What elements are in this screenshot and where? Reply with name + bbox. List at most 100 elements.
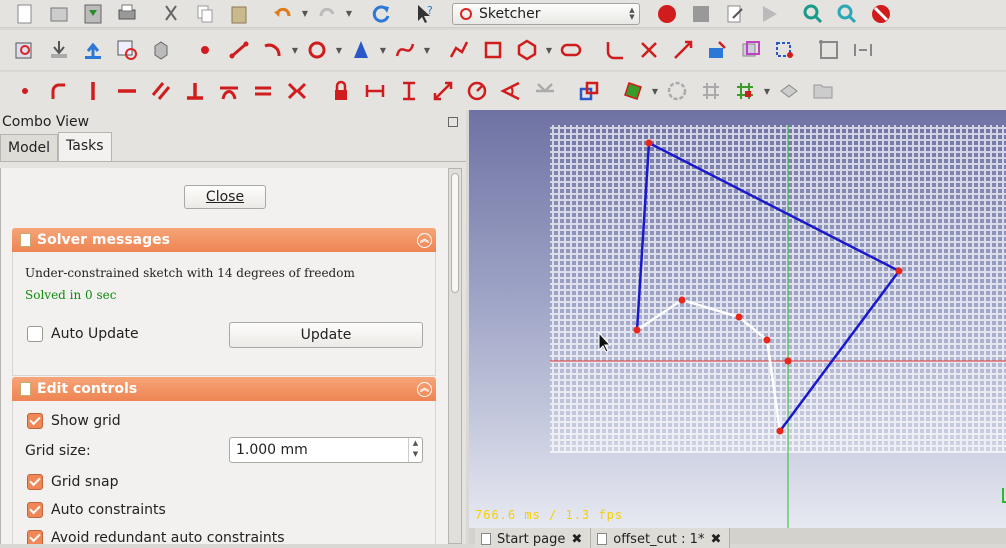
constrain-symmetric-icon[interactable] [280,76,314,106]
polygon-dropdown-icon[interactable]: ▼ [544,46,554,55]
vertex[interactable] [763,336,771,344]
3d-viewport[interactable]: 766.6 ms / 1.3 fps [469,110,1006,528]
create-slot-icon[interactable] [554,35,588,65]
create-circle-icon[interactable] [300,35,334,65]
create-point-icon[interactable] [188,35,222,65]
constrain-vertical-icon[interactable] [76,76,110,106]
bspline-dropdown-icon[interactable]: ▼ [422,46,432,55]
tab-tasks[interactable]: Tasks [58,132,112,161]
new-sketch-icon[interactable] [8,35,42,65]
conic-dropdown-icon[interactable]: ▼ [378,46,388,55]
redo-dropdown-icon[interactable]: ▼ [344,9,354,18]
grid-snap-row[interactable]: Grid snap [27,474,118,490]
leave-sketch-icon[interactable] [42,35,76,65]
redo-icon[interactable] [310,0,344,29]
constrain-angle-icon[interactable] [494,76,528,106]
bspline-tools-dropdown-icon[interactable]: ▼ [650,87,660,96]
undock-icon[interactable] [448,117,458,127]
collapse-icon[interactable]: ︽ [417,381,432,397]
vertex[interactable] [633,326,641,334]
constrain-equal-icon[interactable] [246,76,280,106]
reorient-sketch-icon[interactable] [144,35,178,65]
auto-constraints-row[interactable]: Auto constraints [27,502,166,518]
auto-update-checkbox[interactable] [27,326,43,342]
vertex[interactable] [776,427,784,435]
create-polyline-icon[interactable] [442,35,476,65]
trimming-icon[interactable] [632,35,666,65]
collapse-icon[interactable]: ︽ [417,232,432,248]
new-document-icon[interactable] [8,0,42,29]
select-constraints-icon[interactable] [812,35,846,65]
constrain-vertical-distance-icon[interactable] [392,76,426,106]
record-macro-icon[interactable] [650,0,684,29]
close-button[interactable]: Close [184,185,266,209]
constrain-parallel-icon[interactable] [144,76,178,106]
view-sketch-icon[interactable] [76,35,110,65]
refresh-icon[interactable] [364,0,398,29]
no-entry-icon[interactable] [864,0,898,29]
task-panel-scrollbar[interactable] [448,168,462,544]
edit-macro-icon[interactable] [718,0,752,29]
create-rectangle-icon[interactable] [476,35,510,65]
update-button[interactable]: Update [229,322,423,348]
carbon-copy-icon[interactable] [734,35,768,65]
tab-model[interactable]: Model [0,134,59,161]
folder-icon[interactable] [806,76,840,106]
vertex[interactable] [895,267,903,275]
undo-dropdown-icon[interactable]: ▼ [300,9,310,18]
doc-tab-start-page[interactable]: Start page ✖ [475,528,592,548]
undo-icon[interactable] [266,0,300,29]
constrain-horizontal-icon[interactable] [110,76,144,106]
sketch-canvas[interactable] [469,110,1006,528]
copy-icon[interactable] [188,0,222,29]
constrain-coincident-icon[interactable] [8,76,42,106]
constrain-lock-icon[interactable] [324,76,358,106]
bspline-polygon-icon[interactable] [616,76,650,106]
map-sketch-icon[interactable] [110,35,144,65]
create-fillet-icon[interactable] [598,35,632,65]
constrain-horizontal-distance-icon[interactable] [358,76,392,106]
arc-dropdown-icon[interactable]: ▼ [290,46,300,55]
close-tab-icon[interactable]: ✖ [571,532,582,547]
external-geometry-icon[interactable] [700,35,734,65]
constrain-snell-icon[interactable] [528,76,562,106]
constrain-radius-icon[interactable] [460,76,494,106]
doc-tab-offset-cut[interactable]: offset_cut : 1* ✖ [591,528,731,548]
show-grid-row[interactable]: Show grid [27,413,121,429]
avoid-redundant-checkbox[interactable] [27,530,43,544]
origin-point[interactable] [784,357,792,365]
zoom-icon[interactable] [830,0,864,29]
solver-messages-header[interactable]: Solver messages ︽ [12,228,436,252]
extend-icon[interactable] [666,35,700,65]
whats-this-icon[interactable]: ? [408,0,442,29]
grid-size-spin-icon[interactable]: ▲ ▼ [408,438,422,462]
print-icon[interactable] [110,0,144,29]
clone-dropdown-icon[interactable]: ▼ [762,87,772,96]
symmetry-icon[interactable] [846,35,880,65]
create-polygon-icon[interactable] [510,35,544,65]
stop-macro-icon[interactable] [684,0,718,29]
delete-geometry-icon[interactable] [772,76,806,106]
edit-controls-header[interactable]: Edit controls ︽ [12,377,436,401]
vertex[interactable] [735,313,743,321]
scrollbar-thumb[interactable] [451,173,459,293]
save-document-icon[interactable] [76,0,110,29]
create-bspline-icon[interactable] [388,35,422,65]
execute-macro-icon[interactable] [752,0,786,29]
clone-icon[interactable] [728,76,762,106]
constrain-tangent-icon[interactable] [212,76,246,106]
create-line-icon[interactable] [222,35,256,65]
std-view-icon[interactable] [796,0,830,29]
create-conic-icon[interactable] [344,35,378,65]
create-arc-icon[interactable] [256,35,290,65]
construction-mode-icon[interactable] [768,35,802,65]
increase-degree-icon[interactable] [694,76,728,106]
open-document-icon[interactable] [42,0,76,29]
close-tab-icon[interactable]: ✖ [710,532,721,547]
vertex[interactable] [678,296,686,304]
convert-to-nurb-icon[interactable] [660,76,694,106]
vertex[interactable] [645,139,653,147]
paste-icon[interactable] [222,0,256,29]
workbench-selector[interactable]: Sketcher ▲ ▼ [452,2,640,25]
auto-constraints-checkbox[interactable] [27,502,43,518]
